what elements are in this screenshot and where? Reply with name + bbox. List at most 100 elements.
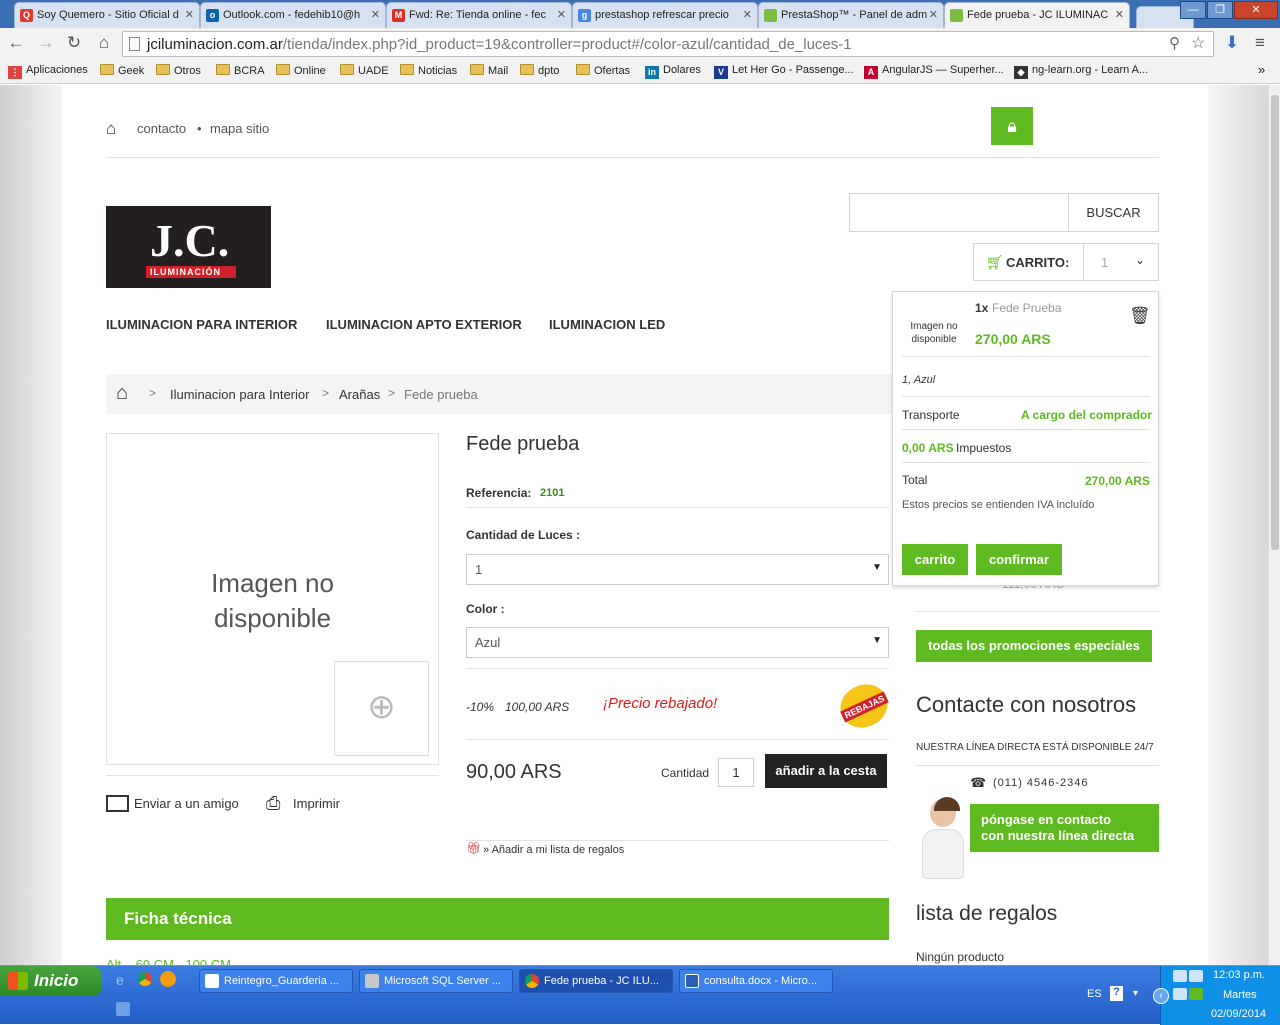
menu-item-led[interactable]: ILUMINACION LED <box>549 317 665 332</box>
bookmark-folder[interactable]: BCRA <box>216 64 265 77</box>
gift-list-link[interactable]: » Añadir a mi lista de regalos <box>483 844 624 856</box>
bookmark-folder[interactable]: dpto <box>520 64 559 77</box>
web-page: ⌂ contacto • mapa sitio 🔒︎ J.C. ILUMINAC… <box>0 85 1268 965</box>
dropdown-arrow-icon: ▼ <box>872 562 882 573</box>
security-icon[interactable] <box>1189 988 1203 1000</box>
bookmark-folder[interactable]: Geek <box>100 64 144 77</box>
volume-icon[interactable] <box>1173 988 1187 1000</box>
tech-sheet-header: Ficha técnica <box>106 898 889 940</box>
clock-time[interactable]: 12:03 p.m. <box>1213 969 1265 981</box>
trash-icon[interactable]: 🗑︎ <box>1129 306 1151 326</box>
divider <box>106 775 439 776</box>
quick-launch-icon[interactable] <box>160 971 176 987</box>
bookmark-folder[interactable]: Online <box>276 64 326 77</box>
divider <box>466 668 889 669</box>
browser-tab[interactable]: PrestaShop™ - Panel de adm ✕ <box>758 2 944 28</box>
taskbar-item-active[interactable]: Fede prueba - JC ILU... <box>519 969 673 993</box>
address-bar[interactable]: jciluminacion.com.ar/tienda/index.php?id… <box>122 31 1214 57</box>
lights-label: Cantidad de Luces : <box>466 528 581 542</box>
close-icon[interactable]: ✕ <box>371 8 380 21</box>
quantity-input[interactable]: 1 <box>718 758 754 787</box>
taskbar-item[interactable]: Reintegro_Guarderia ... <box>199 969 353 993</box>
bookmark-angularjs[interactable]: A AngularJS — Superher... <box>864 64 1004 79</box>
scrollbar-thumb[interactable] <box>1271 95 1279 550</box>
start-button[interactable]: Inicio <box>0 966 102 996</box>
menu-item-interior[interactable]: ILUMINACION PARA INTERIOR <box>106 317 297 332</box>
forward-arrow-icon[interactable]: → <box>34 32 58 56</box>
breadcrumb-interior[interactable]: Iluminacion para Interior <box>170 387 309 402</box>
zoom-icon[interactable]: ⊕ <box>334 661 429 756</box>
star-icon[interactable]: ☆ <box>1191 33 1205 53</box>
prestashop-icon <box>764 9 777 22</box>
close-icon[interactable]: ✕ <box>1115 8 1124 21</box>
chrome-icon[interactable] <box>138 972 152 986</box>
browser-tab[interactable]: Q Soy Quemero - Sitio Oficial d ✕ <box>14 2 200 28</box>
maximize-button[interactable]: ❐ <box>1207 1 1233 19</box>
search-icon[interactable]: ⚲ <box>1169 34 1180 52</box>
browser-tab[interactable]: M Fwd: Re: Tienda online - fec ✕ <box>386 2 572 28</box>
more-bookmarks-icon[interactable]: » <box>1258 62 1265 77</box>
home-icon[interactable]: ⌂ <box>116 382 128 405</box>
network-icon[interactable] <box>1173 970 1187 982</box>
home-icon[interactable]: ⌂ <box>92 32 116 56</box>
outlook-icon: o <box>206 9 219 22</box>
add-to-cart-button[interactable]: añadir a la cesta <box>765 754 887 788</box>
chevron-left-icon[interactable]: ‹ <box>1153 988 1169 1004</box>
close-icon[interactable]: ✕ <box>743 8 752 21</box>
reload-icon[interactable]: ↻ <box>62 32 86 56</box>
page-scrollbar[interactable] <box>1268 85 1280 965</box>
bookmark-nglearn[interactable]: ◆ ng-learn.org - Learn A... <box>1014 64 1148 79</box>
ie-icon[interactable]: e <box>116 972 124 988</box>
bookmark-apps[interactable]: ⋮ Aplicaciones <box>8 64 88 79</box>
color-select[interactable]: Azul ▼ <box>466 627 889 658</box>
bookmark-dolares[interactable]: in Dolares <box>645 64 701 79</box>
confirm-button[interactable]: confirmar <box>976 544 1062 575</box>
help-icon[interactable]: ? <box>1110 986 1123 1001</box>
breadcrumb-aranas[interactable]: Arañas <box>339 387 380 402</box>
menu-icon[interactable]: ≡ <box>1248 32 1272 56</box>
close-icon[interactable]: ✕ <box>557 8 566 21</box>
home-icon[interactable]: ⌂ <box>106 119 116 139</box>
browser-tab[interactable]: o Outlook.com - fedehib10@h ✕ <box>200 2 386 28</box>
close-icon[interactable]: ✕ <box>185 8 194 21</box>
window-close-button[interactable]: ✕ <box>1234 1 1278 19</box>
quick-launch-icon[interactable] <box>116 1002 130 1016</box>
product-image[interactable]: Imagen no disponible ⊕ <box>106 433 439 765</box>
minimize-button[interactable]: — <box>1180 1 1206 19</box>
taskbar-item[interactable]: Microsoft SQL Server ... <box>359 969 513 993</box>
bookmark-folder[interactable]: Noticias <box>400 64 457 77</box>
search-input[interactable] <box>850 194 1068 231</box>
contact-link[interactable]: contacto <box>137 121 186 136</box>
bookmark-folder[interactable]: Mail <box>470 64 508 77</box>
view-cart-button[interactable]: carrito <box>902 544 968 575</box>
menu-item-exterior[interactable]: ILUMINACION APTO EXTERIOR <box>326 317 522 332</box>
logo[interactable]: J.C. ILUMINACIÓN <box>106 206 271 288</box>
cart-item-name[interactable]: Fede Prueba <box>992 301 1061 315</box>
contact-hotline-button[interactable]: póngase en contacto con nuestra línea di… <box>970 804 1159 852</box>
bookmark-folder[interactable]: UADE <box>340 64 389 77</box>
extension-icon[interactable]: ⬇ <box>1220 32 1244 56</box>
language-indicator[interactable]: ES <box>1087 988 1102 1000</box>
browser-tab-active[interactable]: Fede prueba - JC ILUMINAC ✕ <box>944 2 1130 28</box>
shield-icon: ◆ <box>1014 66 1028 79</box>
gift-list-title: lista de regalos <box>916 902 1058 925</box>
back-arrow-icon[interactable]: ← <box>4 32 28 56</box>
network-icon[interactable] <box>1189 970 1203 982</box>
bookmark-lethergo[interactable]: V Let Her Go - Passenge... <box>714 64 854 79</box>
sitemap-link[interactable]: mapa sitio <box>210 121 269 136</box>
shipping-label: Transporte <box>902 408 960 422</box>
lock-icon[interactable]: 🔒︎ <box>991 107 1033 145</box>
all-promotions-button[interactable]: todas los promociones especiales <box>916 630 1152 662</box>
lights-select[interactable]: 1 ▼ <box>466 554 889 585</box>
browser-tab[interactable]: g prestashop refrescar precio ✕ <box>572 2 758 28</box>
bookmark-folder[interactable]: Ofertas <box>576 64 630 77</box>
chevron-down-icon[interactable]: ▾ <box>1133 988 1138 999</box>
close-icon[interactable]: ✕ <box>929 8 938 21</box>
search-button[interactable]: BUSCAR <box>1068 194 1158 231</box>
bookmark-folder[interactable]: Otros <box>156 64 201 77</box>
cart-button[interactable]: 🛒︎ CARRITO: 1 ⌄ <box>973 243 1159 281</box>
breadcrumb-current: Fede prueba <box>404 387 478 402</box>
divider <box>902 396 1150 397</box>
tax-label: Impuestos <box>956 441 1012 455</box>
taskbar-item[interactable]: consulta.docx - Micro... <box>679 969 833 993</box>
